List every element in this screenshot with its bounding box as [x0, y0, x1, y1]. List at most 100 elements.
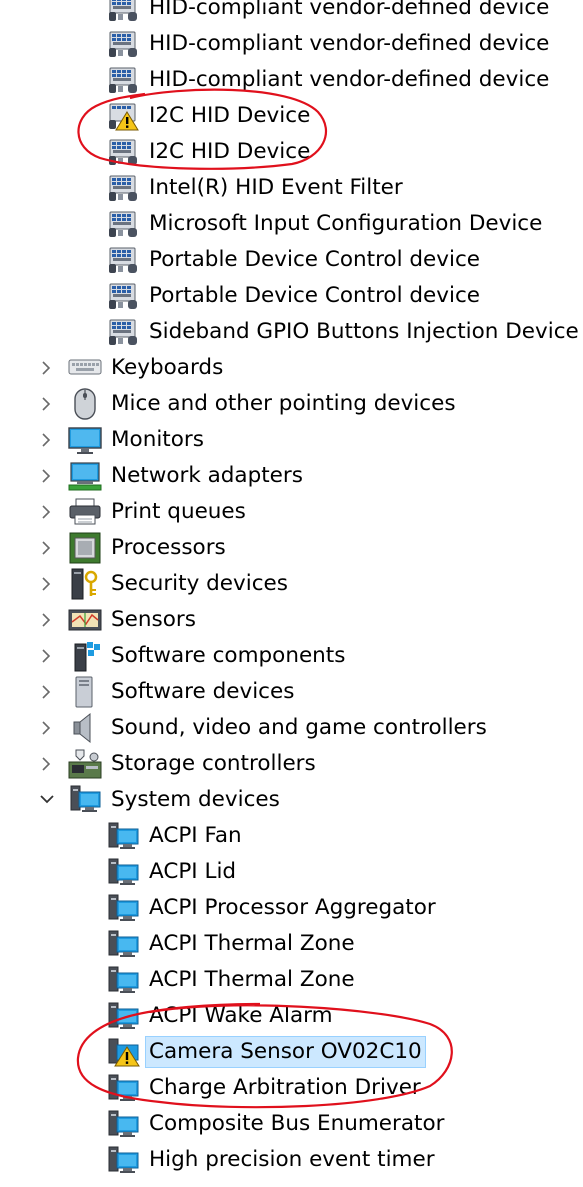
system-device-icon [106, 857, 140, 887]
hid-device-icon [106, 29, 140, 59]
tree-item-label: ACPI Thermal Zone [149, 931, 355, 956]
software-component-icon [68, 640, 102, 672]
device-sideband-gpio-buttons-injection-device[interactable]: Sideband GPIO Buttons Injection Device [0, 314, 583, 350]
hid-device-warning-icon [106, 101, 140, 131]
device-acpi-thermal-zone[interactable]: ACPI Thermal Zone [0, 962, 583, 998]
system-device-icon [106, 1073, 140, 1103]
processor-icon [68, 532, 102, 564]
device-charge-arbitration-driver[interactable]: Charge Arbitration Driver [0, 1070, 583, 1106]
device-composite-bus-enumerator[interactable]: Composite Bus Enumerator [0, 1106, 583, 1142]
category-security-devices[interactable]: Security devices [0, 566, 583, 602]
chevron-right-icon[interactable] [36, 602, 58, 638]
category-processors[interactable]: Processors [0, 530, 583, 566]
tree-item-label: HID-compliant vendor-defined device [149, 0, 550, 20]
tree-item-label: Keyboards [111, 355, 224, 380]
hid-device-icon [106, 317, 140, 347]
category-sound-video-and-game-controllers[interactable]: Sound, video and game controllers [0, 710, 583, 746]
device-high-precision-event-timer[interactable]: High precision event timer [0, 1142, 583, 1178]
chevron-right-icon[interactable] [36, 350, 58, 386]
device-camera-sensor-ov02c10[interactable]: Camera Sensor OV02C10 [0, 1034, 583, 1070]
tree-item-label: ACPI Processor Aggregator [149, 895, 436, 920]
device-acpi-fan[interactable]: ACPI Fan [0, 818, 583, 854]
tree-item-label: Camera Sensor OV02C10 [145, 1036, 426, 1068]
chevron-right-icon[interactable] [36, 746, 58, 782]
device-i2c-hid-device[interactable]: I2C HID Device [0, 134, 583, 170]
category-network-adapters[interactable]: Network adapters [0, 458, 583, 494]
category-sensors[interactable]: Sensors [0, 602, 583, 638]
tree-item-label: Portable Device Control device [149, 247, 481, 272]
category-storage-controllers[interactable]: Storage controllers [0, 746, 583, 782]
chevron-right-icon[interactable] [36, 458, 58, 494]
system-device-icon [106, 1001, 140, 1031]
chevron-right-icon[interactable] [36, 638, 58, 674]
tree-item-label: Software components [111, 643, 346, 668]
chevron-right-icon[interactable] [36, 530, 58, 566]
system-device-icon [106, 893, 140, 923]
speaker-icon [68, 712, 102, 744]
device-acpi-processor-aggregator[interactable]: ACPI Processor Aggregator [0, 890, 583, 926]
tree-item-label: Microsoft Input Configuration Device [149, 211, 543, 236]
tree-item-label: Portable Device Control device [149, 283, 481, 308]
tree-item-label: Network adapters [111, 463, 303, 488]
tree-item-label: Sideband GPIO Buttons Injection Device [149, 319, 579, 344]
category-mice-and-other-pointing-devices[interactable]: Mice and other pointing devices [0, 386, 583, 422]
tree-item-label: Print queues [111, 499, 246, 524]
tree-item-label: HID-compliant vendor-defined device [149, 31, 550, 56]
category-system-devices[interactable]: System devices [0, 782, 583, 818]
chevron-right-icon[interactable] [36, 674, 58, 710]
tree-item-label: ACPI Fan [149, 823, 242, 848]
system-device-icon [106, 1145, 140, 1175]
hid-device-icon [106, 245, 140, 275]
tree-item-label: Sensors [111, 607, 196, 632]
system-device-icon [68, 784, 102, 816]
tree-item-label: Storage controllers [111, 751, 316, 776]
hid-device-icon [106, 137, 140, 167]
category-software-devices[interactable]: Software devices [0, 674, 583, 710]
tree-item-label: High precision event timer [149, 1147, 435, 1172]
device-acpi-wake-alarm[interactable]: ACPI Wake Alarm [0, 998, 583, 1034]
device-hid-compliant-vendor-defined-device[interactable]: HID-compliant vendor-defined device [0, 26, 583, 62]
tree-item-label: Sound, video and game controllers [111, 715, 487, 740]
tree-item-label: Intel(R) HID Event Filter [149, 175, 403, 200]
device-portable-device-control-device[interactable]: Portable Device Control device [0, 242, 583, 278]
network-adapter-icon [68, 460, 102, 492]
tree-item-label: Software devices [111, 679, 295, 704]
device-tree: HID-compliant vendor-defined device HID-… [0, 0, 583, 1178]
chevron-right-icon[interactable] [36, 386, 58, 422]
tree-item-label: System devices [111, 787, 280, 812]
mouse-icon [68, 388, 102, 420]
device-portable-device-control-device[interactable]: Portable Device Control device [0, 278, 583, 314]
system-device-icon [106, 965, 140, 995]
category-print-queues[interactable]: Print queues [0, 494, 583, 530]
system-device-warning-icon [106, 1037, 140, 1067]
tree-item-label: Security devices [111, 571, 288, 596]
sensor-icon [68, 604, 102, 636]
device-acpi-lid[interactable]: ACPI Lid [0, 854, 583, 890]
chevron-right-icon[interactable] [36, 494, 58, 530]
hid-device-icon [106, 281, 140, 311]
device-i2c-hid-device[interactable]: I2C HID Device [0, 98, 583, 134]
chevron-right-icon[interactable] [36, 710, 58, 746]
category-keyboards[interactable]: Keyboards [0, 350, 583, 386]
tree-item-label: ACPI Lid [149, 859, 237, 884]
chevron-right-icon[interactable] [36, 422, 58, 458]
hid-device-icon [106, 173, 140, 203]
device-microsoft-input-configuration-device[interactable]: Microsoft Input Configuration Device [0, 206, 583, 242]
tree-item-label: Processors [111, 535, 226, 560]
device-hid-compliant-vendor-defined-device[interactable]: HID-compliant vendor-defined device [0, 0, 583, 26]
tree-item-label: Charge Arbitration Driver [149, 1075, 421, 1100]
system-device-icon [106, 1109, 140, 1139]
chevron-right-icon[interactable] [36, 566, 58, 602]
system-device-icon [106, 821, 140, 851]
device-acpi-thermal-zone[interactable]: ACPI Thermal Zone [0, 926, 583, 962]
tree-item-label: I2C HID Device [149, 103, 311, 128]
printer-icon [68, 496, 102, 528]
tree-item-label: ACPI Thermal Zone [149, 967, 355, 992]
category-monitors[interactable]: Monitors [0, 422, 583, 458]
tree-item-label: HID-compliant vendor-defined device [149, 67, 550, 92]
device-intel-r-hid-event-filter[interactable]: Intel(R) HID Event Filter [0, 170, 583, 206]
device-hid-compliant-vendor-defined-device[interactable]: HID-compliant vendor-defined device [0, 62, 583, 98]
category-software-components[interactable]: Software components [0, 638, 583, 674]
chevron-down-icon[interactable] [36, 782, 58, 818]
hid-device-icon [106, 0, 140, 23]
